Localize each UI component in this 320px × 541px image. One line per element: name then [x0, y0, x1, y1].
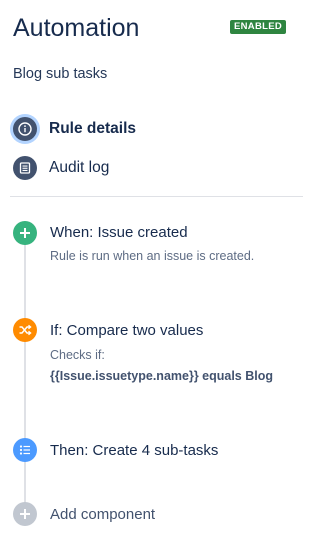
- plus-icon: [13, 221, 37, 245]
- step-description: Rule is run when an issue is created.: [50, 249, 255, 263]
- page-title: Automation: [13, 14, 140, 42]
- trigger-step[interactable]: When: Issue created Rule is run when an …: [13, 221, 303, 269]
- step-title: When: Issue created: [50, 224, 188, 241]
- step-title: If: Compare two values: [50, 322, 204, 339]
- step-description: Checks if:: [50, 348, 105, 362]
- condition-expression: {{Issue.issuetype.name}} equals Blog: [50, 369, 274, 383]
- list-icon: [13, 156, 37, 180]
- add-component-button[interactable]: Add component: [13, 502, 303, 528]
- status-badge: ENABLED: [230, 20, 287, 34]
- nav-item-label: Audit log: [49, 159, 110, 176]
- info-icon: [13, 117, 37, 141]
- nav-item-rule-details[interactable]: Rule details: [13, 116, 303, 142]
- plus-icon: [13, 502, 37, 526]
- rule-name: Blog sub tasks: [13, 66, 108, 82]
- add-component-label: Add component: [50, 506, 156, 523]
- nav-item-label: Rule details: [49, 120, 136, 137]
- divider: [10, 196, 303, 197]
- subtasks-icon: [13, 438, 37, 462]
- condition-step[interactable]: If: Compare two values Checks if: {{Issu…: [13, 318, 303, 386]
- action-step[interactable]: Then: Create 4 sub-tasks: [13, 438, 303, 464]
- nav-item-audit-log[interactable]: Audit log: [13, 155, 303, 181]
- shuffle-icon: [13, 318, 37, 342]
- step-title: Then: Create 4 sub-tasks: [50, 442, 219, 459]
